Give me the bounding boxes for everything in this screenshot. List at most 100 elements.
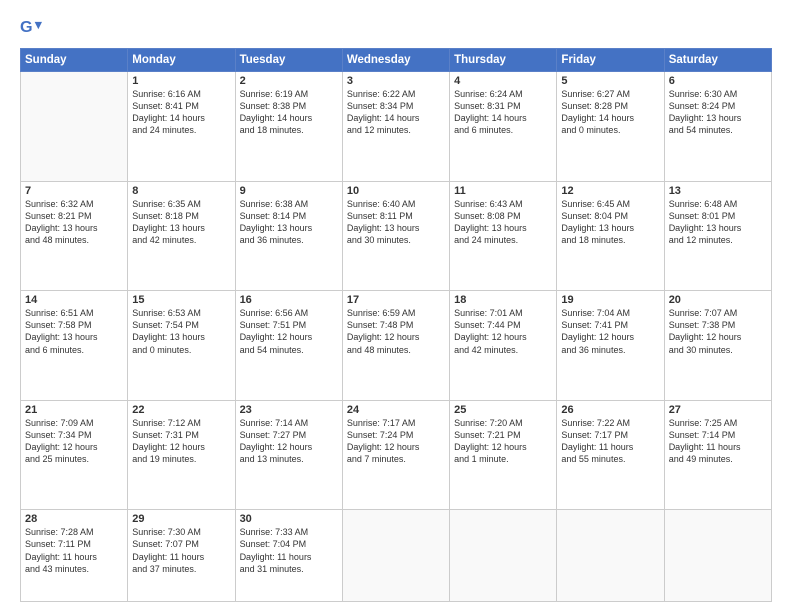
day-info: Sunrise: 6:19 AM Sunset: 8:38 PM Dayligh…	[240, 88, 338, 137]
calendar-cell: 4Sunrise: 6:24 AM Sunset: 8:31 PM Daylig…	[450, 72, 557, 182]
day-number: 17	[347, 294, 445, 306]
calendar-cell: 1Sunrise: 6:16 AM Sunset: 8:41 PM Daylig…	[128, 72, 235, 182]
day-info: Sunrise: 6:48 AM Sunset: 8:01 PM Dayligh…	[669, 198, 767, 247]
day-number: 29	[132, 513, 230, 525]
day-info: Sunrise: 6:45 AM Sunset: 8:04 PM Dayligh…	[561, 198, 659, 247]
day-info: Sunrise: 7:01 AM Sunset: 7:44 PM Dayligh…	[454, 307, 552, 356]
calendar-cell	[342, 510, 449, 602]
day-header-tuesday: Tuesday	[235, 49, 342, 72]
calendar-cell: 3Sunrise: 6:22 AM Sunset: 8:34 PM Daylig…	[342, 72, 449, 182]
day-number: 4	[454, 75, 552, 87]
day-info: Sunrise: 7:09 AM Sunset: 7:34 PM Dayligh…	[25, 417, 123, 466]
day-number: 20	[669, 294, 767, 306]
day-info: Sunrise: 6:38 AM Sunset: 8:14 PM Dayligh…	[240, 198, 338, 247]
day-info: Sunrise: 6:56 AM Sunset: 7:51 PM Dayligh…	[240, 307, 338, 356]
day-header-monday: Monday	[128, 49, 235, 72]
day-info: Sunrise: 7:33 AM Sunset: 7:04 PM Dayligh…	[240, 526, 338, 575]
day-number: 16	[240, 294, 338, 306]
day-number: 26	[561, 404, 659, 416]
day-number: 10	[347, 185, 445, 197]
svg-text:G: G	[20, 18, 33, 36]
calendar-cell: 20Sunrise: 7:07 AM Sunset: 7:38 PM Dayli…	[664, 291, 771, 401]
week-row-5: 28Sunrise: 7:28 AM Sunset: 7:11 PM Dayli…	[21, 510, 772, 602]
day-number: 5	[561, 75, 659, 87]
day-number: 14	[25, 294, 123, 306]
day-number: 27	[669, 404, 767, 416]
calendar-cell: 12Sunrise: 6:45 AM Sunset: 8:04 PM Dayli…	[557, 181, 664, 291]
calendar-cell: 17Sunrise: 6:59 AM Sunset: 7:48 PM Dayli…	[342, 291, 449, 401]
calendar-cell: 11Sunrise: 6:43 AM Sunset: 8:08 PM Dayli…	[450, 181, 557, 291]
day-number: 15	[132, 294, 230, 306]
calendar-cell: 2Sunrise: 6:19 AM Sunset: 8:38 PM Daylig…	[235, 72, 342, 182]
calendar-cell	[557, 510, 664, 602]
calendar-cell: 29Sunrise: 7:30 AM Sunset: 7:07 PM Dayli…	[128, 510, 235, 602]
day-info: Sunrise: 7:12 AM Sunset: 7:31 PM Dayligh…	[132, 417, 230, 466]
header: G	[20, 16, 772, 38]
day-info: Sunrise: 7:04 AM Sunset: 7:41 PM Dayligh…	[561, 307, 659, 356]
day-info: Sunrise: 7:14 AM Sunset: 7:27 PM Dayligh…	[240, 417, 338, 466]
week-row-1: 1Sunrise: 6:16 AM Sunset: 8:41 PM Daylig…	[21, 72, 772, 182]
day-info: Sunrise: 7:20 AM Sunset: 7:21 PM Dayligh…	[454, 417, 552, 466]
day-number: 7	[25, 185, 123, 197]
day-info: Sunrise: 6:51 AM Sunset: 7:58 PM Dayligh…	[25, 307, 123, 356]
day-number: 12	[561, 185, 659, 197]
day-number: 9	[240, 185, 338, 197]
day-header-sunday: Sunday	[21, 49, 128, 72]
calendar-cell: 18Sunrise: 7:01 AM Sunset: 7:44 PM Dayli…	[450, 291, 557, 401]
calendar-cell: 22Sunrise: 7:12 AM Sunset: 7:31 PM Dayli…	[128, 400, 235, 510]
calendar-cell: 8Sunrise: 6:35 AM Sunset: 8:18 PM Daylig…	[128, 181, 235, 291]
week-row-3: 14Sunrise: 6:51 AM Sunset: 7:58 PM Dayli…	[21, 291, 772, 401]
day-number: 18	[454, 294, 552, 306]
calendar-cell: 13Sunrise: 6:48 AM Sunset: 8:01 PM Dayli…	[664, 181, 771, 291]
day-number: 13	[669, 185, 767, 197]
calendar-cell: 28Sunrise: 7:28 AM Sunset: 7:11 PM Dayli…	[21, 510, 128, 602]
day-number: 24	[347, 404, 445, 416]
day-header-friday: Friday	[557, 49, 664, 72]
logo-icon: G	[20, 16, 42, 38]
logo: G	[20, 16, 46, 38]
calendar-cell: 9Sunrise: 6:38 AM Sunset: 8:14 PM Daylig…	[235, 181, 342, 291]
day-number: 3	[347, 75, 445, 87]
day-info: Sunrise: 7:17 AM Sunset: 7:24 PM Dayligh…	[347, 417, 445, 466]
day-number: 23	[240, 404, 338, 416]
calendar-cell	[21, 72, 128, 182]
page: G SundayMondayTuesdayWednesdayThursdayFr…	[0, 0, 792, 612]
day-info: Sunrise: 7:30 AM Sunset: 7:07 PM Dayligh…	[132, 526, 230, 575]
day-header-saturday: Saturday	[664, 49, 771, 72]
calendar-cell: 21Sunrise: 7:09 AM Sunset: 7:34 PM Dayli…	[21, 400, 128, 510]
day-number: 19	[561, 294, 659, 306]
week-row-2: 7Sunrise: 6:32 AM Sunset: 8:21 PM Daylig…	[21, 181, 772, 291]
calendar-cell: 19Sunrise: 7:04 AM Sunset: 7:41 PM Dayli…	[557, 291, 664, 401]
calendar-cell	[450, 510, 557, 602]
calendar-cell: 25Sunrise: 7:20 AM Sunset: 7:21 PM Dayli…	[450, 400, 557, 510]
day-number: 2	[240, 75, 338, 87]
calendar-cell: 7Sunrise: 6:32 AM Sunset: 8:21 PM Daylig…	[21, 181, 128, 291]
day-info: Sunrise: 6:16 AM Sunset: 8:41 PM Dayligh…	[132, 88, 230, 137]
day-info: Sunrise: 7:25 AM Sunset: 7:14 PM Dayligh…	[669, 417, 767, 466]
day-number: 28	[25, 513, 123, 525]
day-info: Sunrise: 6:43 AM Sunset: 8:08 PM Dayligh…	[454, 198, 552, 247]
day-info: Sunrise: 6:30 AM Sunset: 8:24 PM Dayligh…	[669, 88, 767, 137]
day-number: 8	[132, 185, 230, 197]
day-info: Sunrise: 6:35 AM Sunset: 8:18 PM Dayligh…	[132, 198, 230, 247]
day-info: Sunrise: 7:07 AM Sunset: 7:38 PM Dayligh…	[669, 307, 767, 356]
calendar-cell: 15Sunrise: 6:53 AM Sunset: 7:54 PM Dayli…	[128, 291, 235, 401]
calendar-cell: 27Sunrise: 7:25 AM Sunset: 7:14 PM Dayli…	[664, 400, 771, 510]
calendar-cell: 30Sunrise: 7:33 AM Sunset: 7:04 PM Dayli…	[235, 510, 342, 602]
calendar-table: SundayMondayTuesdayWednesdayThursdayFrid…	[20, 48, 772, 602]
calendar-cell: 23Sunrise: 7:14 AM Sunset: 7:27 PM Dayli…	[235, 400, 342, 510]
calendar-header-row: SundayMondayTuesdayWednesdayThursdayFrid…	[21, 49, 772, 72]
day-info: Sunrise: 6:40 AM Sunset: 8:11 PM Dayligh…	[347, 198, 445, 247]
day-info: Sunrise: 6:27 AM Sunset: 8:28 PM Dayligh…	[561, 88, 659, 137]
calendar-cell: 14Sunrise: 6:51 AM Sunset: 7:58 PM Dayli…	[21, 291, 128, 401]
calendar-cell: 16Sunrise: 6:56 AM Sunset: 7:51 PM Dayli…	[235, 291, 342, 401]
day-info: Sunrise: 7:22 AM Sunset: 7:17 PM Dayligh…	[561, 417, 659, 466]
day-info: Sunrise: 6:53 AM Sunset: 7:54 PM Dayligh…	[132, 307, 230, 356]
calendar-cell: 6Sunrise: 6:30 AM Sunset: 8:24 PM Daylig…	[664, 72, 771, 182]
calendar-cell	[664, 510, 771, 602]
week-row-4: 21Sunrise: 7:09 AM Sunset: 7:34 PM Dayli…	[21, 400, 772, 510]
calendar-cell: 24Sunrise: 7:17 AM Sunset: 7:24 PM Dayli…	[342, 400, 449, 510]
calendar-cell: 5Sunrise: 6:27 AM Sunset: 8:28 PM Daylig…	[557, 72, 664, 182]
day-number: 6	[669, 75, 767, 87]
day-number: 25	[454, 404, 552, 416]
